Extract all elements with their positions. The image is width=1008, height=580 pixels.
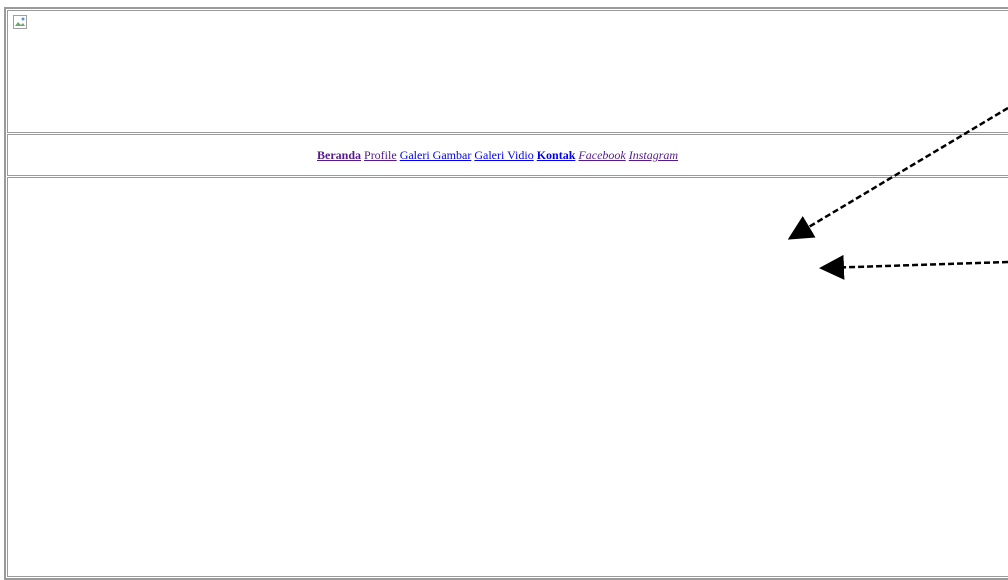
layout-table: Beranda Profile Galeri Gambar Galeri Vid… — [4, 7, 1008, 580]
nav-link-profile[interactable]: Profile — [364, 148, 397, 162]
nav-link-kontak[interactable]: Kontak — [537, 148, 576, 162]
nav-link-instagram[interactable]: Instagram — [629, 148, 678, 162]
nav-link-galeri-gambar[interactable]: Galeri Gambar — [400, 148, 472, 162]
broken-image-icon — [13, 15, 27, 29]
nav-link-galeri-vidio[interactable]: Galeri Vidio — [474, 148, 533, 162]
header-banner-cell — [7, 10, 1008, 133]
navigation-bar: Beranda Profile Galeri Gambar Galeri Vid… — [7, 134, 1008, 176]
nav-link-beranda[interactable]: Beranda — [317, 148, 361, 162]
nav-link-facebook[interactable]: Facebook — [578, 148, 625, 162]
content-area — [7, 177, 1008, 577]
nav-links: Beranda Profile Galeri Gambar Galeri Vid… — [317, 148, 678, 163]
